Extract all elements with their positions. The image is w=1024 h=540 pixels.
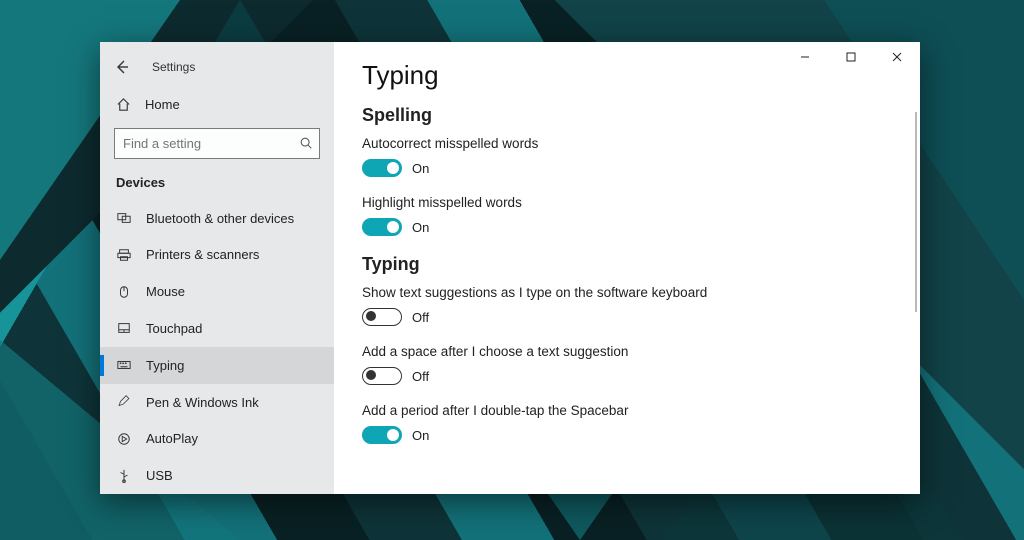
back-button[interactable] (110, 55, 134, 79)
minimize-button[interactable] (782, 42, 828, 72)
setting-label: Show text suggestions as I type on the s… (362, 285, 892, 300)
setting-highlight: Highlight misspelled words On (362, 195, 892, 236)
app-title: Settings (152, 60, 195, 74)
autoplay-icon (116, 432, 132, 446)
sidebar-item-pen[interactable]: Pen & Windows Ink (100, 384, 334, 421)
sidebar-item-home[interactable]: Home (100, 85, 334, 124)
setting-label: Add a period after I double-tap the Spac… (362, 403, 892, 418)
toggle-space[interactable] (362, 367, 402, 385)
home-icon (116, 97, 131, 112)
setting-suggestions: Show text suggestions as I type on the s… (362, 285, 892, 326)
printer-icon (116, 248, 132, 262)
toggle-state: On (412, 428, 429, 443)
scrollbar[interactable] (915, 112, 917, 312)
sidebar-item-mouse[interactable]: Mouse (100, 273, 334, 310)
sidebar-item-usb[interactable]: USB (100, 457, 334, 494)
sidebar-section-header: Devices (100, 169, 334, 200)
search-input[interactable] (123, 136, 299, 151)
toggle-autocorrect[interactable] (362, 159, 402, 177)
group-header-spelling: Spelling (362, 105, 892, 126)
content-area: Typing Spelling Autocorrect misspelled w… (334, 42, 920, 494)
search-icon (299, 136, 313, 150)
touchpad-icon (116, 321, 132, 335)
sidebar-item-label: AutoPlay (146, 431, 198, 446)
toggle-state: On (412, 220, 429, 235)
setting-space: Add a space after I choose a text sugges… (362, 344, 892, 385)
sidebar-item-label: Home (145, 97, 180, 112)
window-controls (782, 42, 920, 72)
toggle-highlight[interactable] (362, 218, 402, 236)
toggle-state: On (412, 161, 429, 176)
setting-label: Highlight misspelled words (362, 195, 892, 210)
sidebar-item-label: Typing (146, 358, 184, 373)
sidebar-item-label: USB (146, 468, 173, 483)
settings-window: Settings Home Devices Bluetooth & other … (100, 42, 920, 494)
close-button[interactable] (874, 42, 920, 72)
toggle-state: Off (412, 369, 429, 384)
sidebar-item-label: Bluetooth & other devices (146, 211, 294, 226)
sidebar-item-label: Mouse (146, 284, 185, 299)
maximize-button[interactable] (828, 42, 874, 72)
setting-label: Add a space after I choose a text sugges… (362, 344, 892, 359)
mouse-icon (116, 285, 132, 299)
pen-icon (116, 395, 132, 409)
sidebar-nav: Bluetooth & other devices Printers & sca… (100, 200, 334, 494)
sidebar-item-typing[interactable]: Typing (100, 347, 334, 384)
sidebar: Settings Home Devices Bluetooth & other … (100, 42, 334, 494)
sidebar-item-bluetooth[interactable]: Bluetooth & other devices (100, 200, 334, 237)
toggle-period[interactable] (362, 426, 402, 444)
sidebar-item-touchpad[interactable]: Touchpad (100, 310, 334, 347)
toggle-suggestions[interactable] (362, 308, 402, 326)
setting-autocorrect: Autocorrect misspelled words On (362, 136, 892, 177)
sidebar-item-label: Printers & scanners (146, 247, 259, 262)
setting-period: Add a period after I double-tap the Spac… (362, 403, 892, 444)
keyboard-icon (116, 358, 132, 372)
group-header-typing: Typing (362, 254, 892, 275)
sidebar-item-autoplay[interactable]: AutoPlay (100, 420, 334, 457)
usb-icon (116, 469, 132, 483)
sidebar-item-label: Touchpad (146, 321, 202, 336)
sidebar-item-printers[interactable]: Printers & scanners (100, 236, 334, 273)
search-box[interactable] (114, 128, 320, 159)
toggle-state: Off (412, 310, 429, 325)
devices-icon (116, 211, 132, 225)
sidebar-item-label: Pen & Windows Ink (146, 395, 259, 410)
setting-label: Autocorrect misspelled words (362, 136, 892, 151)
